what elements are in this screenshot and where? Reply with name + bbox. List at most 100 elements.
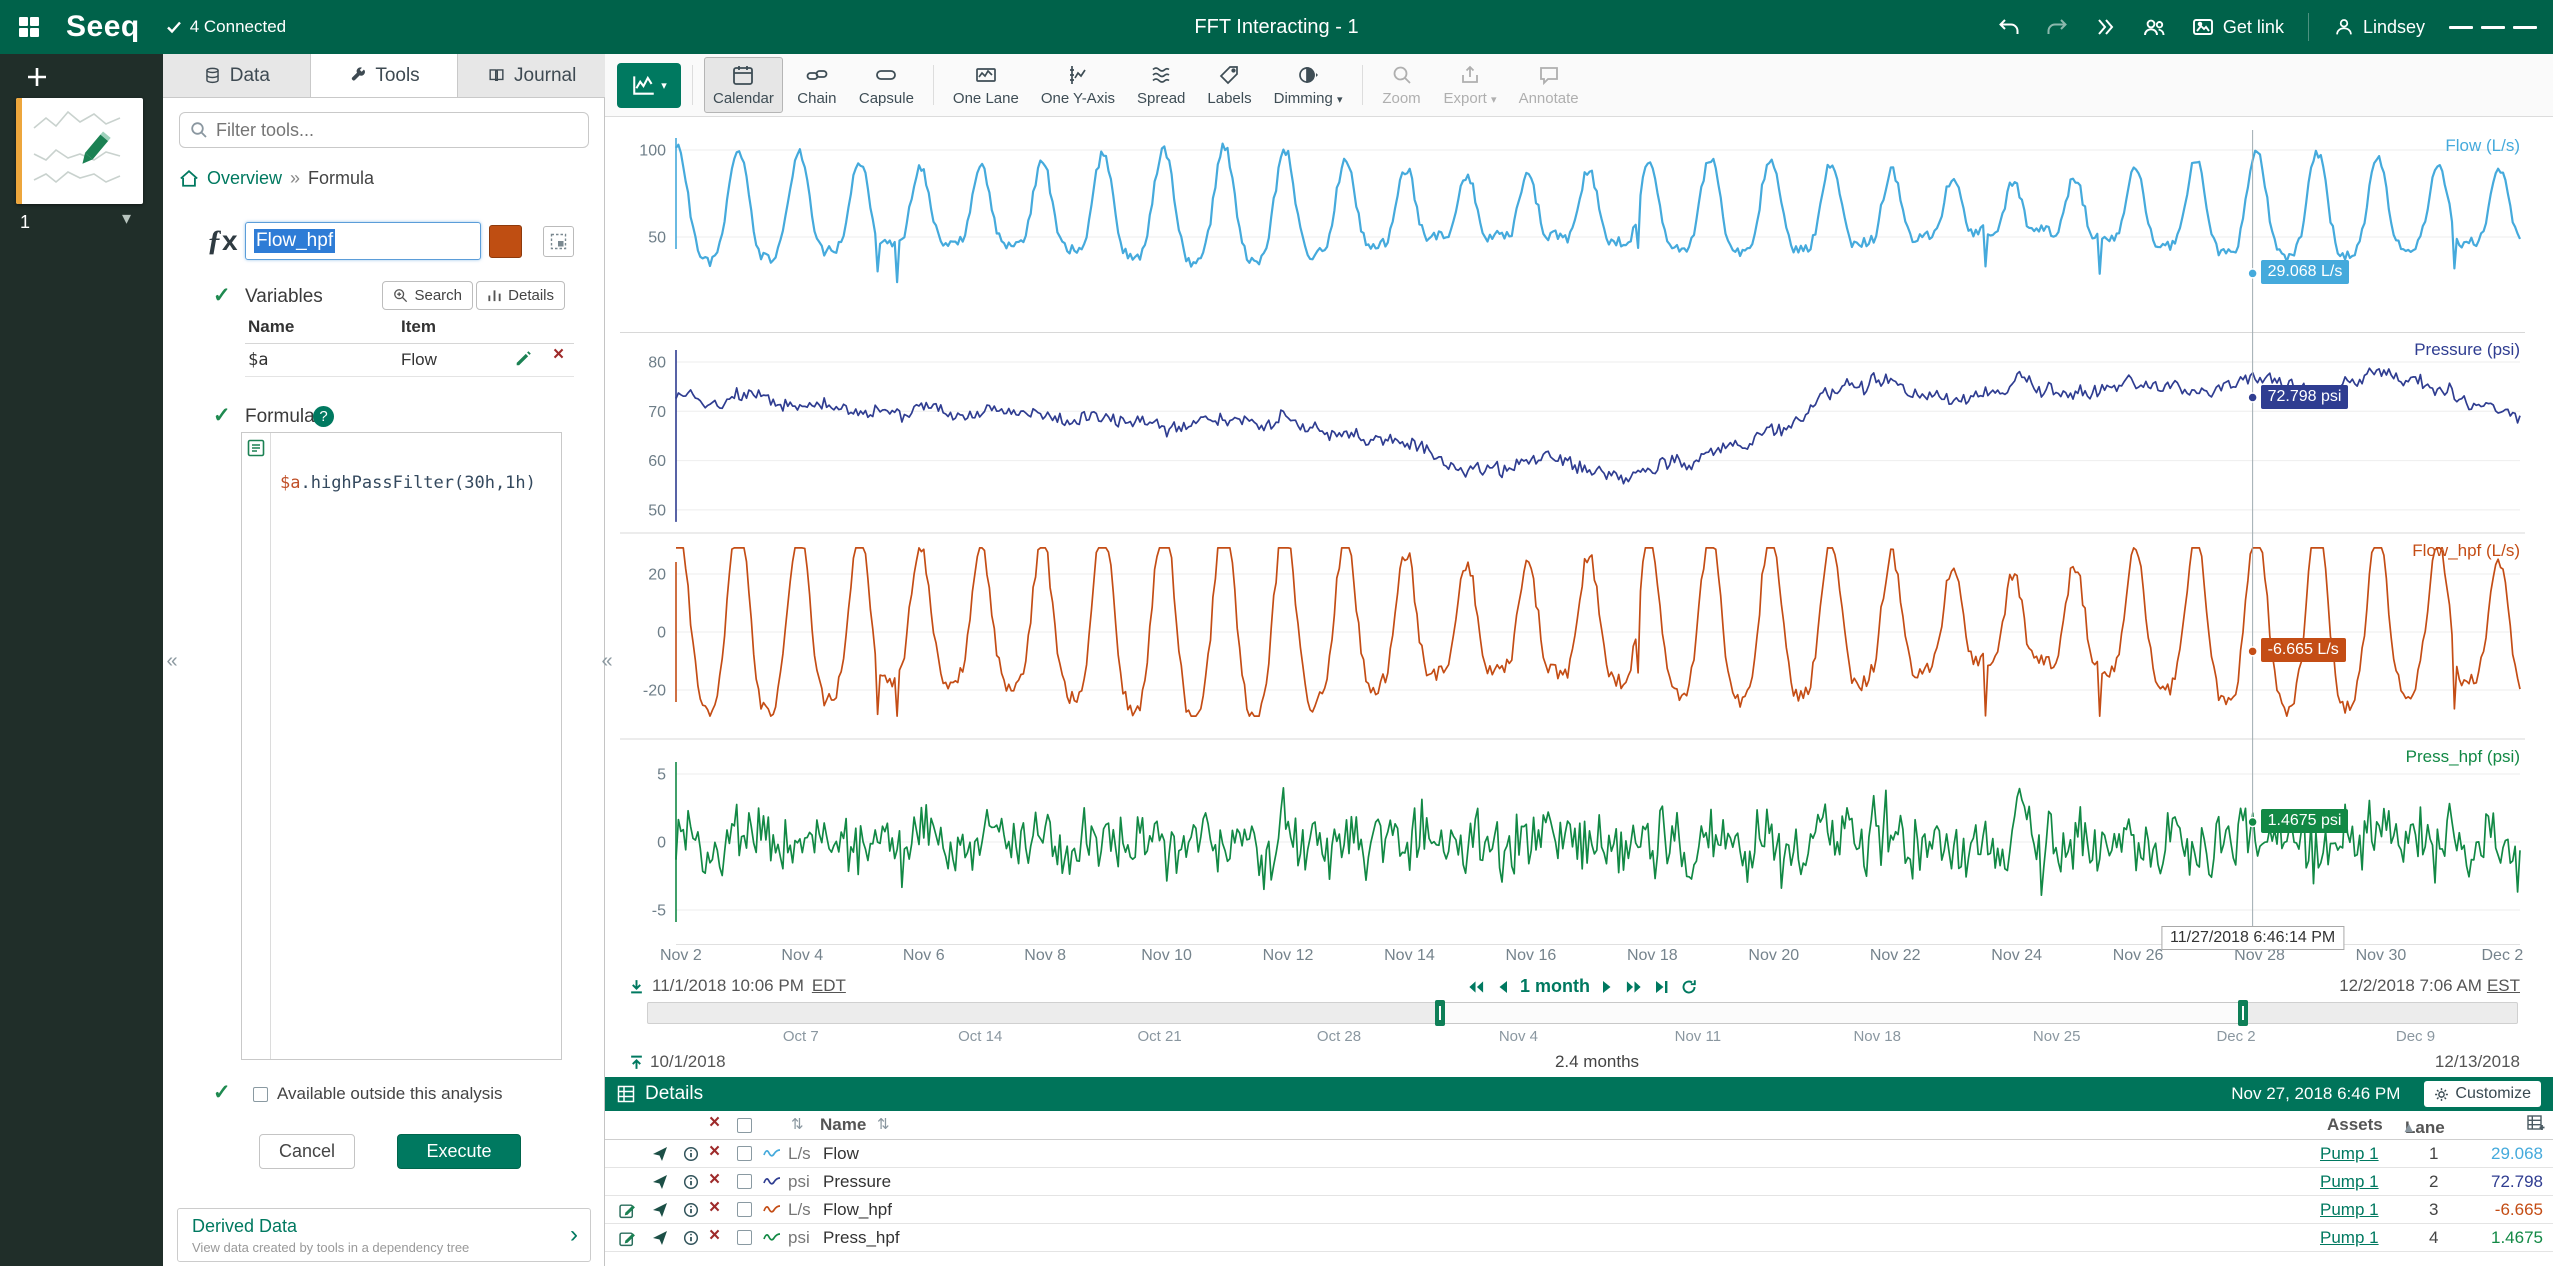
scrubber-handle-right[interactable] [2238, 1000, 2248, 1026]
help-icon[interactable]: ? [313, 406, 334, 427]
filter-tools-search[interactable] [179, 112, 589, 148]
step-to-end-button[interactable] [1655, 980, 1669, 994]
variables-details-button[interactable]: Details [476, 281, 565, 310]
toolbar-capsule[interactable]: Capsule [851, 57, 922, 113]
assets-column-header[interactable]: Assets [2327, 1115, 2383, 1135]
sort-icon[interactable]: ⇅ [791, 1115, 804, 1133]
select-all-checkbox[interactable] [737, 1118, 752, 1133]
signal-name[interactable]: Pressure [823, 1172, 891, 1192]
step-back-fast-button[interactable] [1467, 980, 1485, 994]
add-column-icon[interactable] [2527, 1115, 2545, 1131]
timezone-link[interactable]: EDT [812, 976, 846, 996]
collapse-tools-panel-button[interactable]: « [599, 648, 615, 674]
send-icon[interactable] [652, 1146, 668, 1162]
users-icon[interactable] [2141, 15, 2167, 39]
remove-variable-icon[interactable]: × [553, 344, 564, 366]
variables-search-button[interactable]: Search [382, 281, 473, 310]
tab-data[interactable]: Data [163, 54, 311, 97]
user-menu[interactable]: Lindsey [2333, 16, 2425, 38]
connection-status[interactable]: 4 Connected [166, 17, 286, 37]
tab-tools[interactable]: Tools [311, 54, 459, 97]
edit-formula-icon[interactable] [619, 1202, 636, 1219]
available-checkbox[interactable] [253, 1087, 268, 1102]
signal-name[interactable]: Press_hpf [823, 1228, 900, 1248]
refresh-button[interactable] [1681, 979, 1697, 995]
function-list-icon[interactable] [247, 439, 265, 457]
toolbar-export[interactable]: Export ▾ [1436, 57, 1505, 113]
send-icon[interactable] [652, 1230, 668, 1246]
step-back-button[interactable] [1497, 980, 1508, 994]
toolbar-chain[interactable]: Chain [789, 57, 845, 113]
lane-label-flow-hpf[interactable]: Flow_hpf (L/s) [2412, 541, 2520, 561]
toolbar-calendar[interactable]: Calendar [704, 57, 783, 113]
scrubber-handle-left[interactable] [1435, 1000, 1445, 1026]
breadcrumb-overview-link[interactable]: Overview [207, 168, 282, 189]
info-icon[interactable] [683, 1202, 699, 1218]
collapse-worksheet-panel-button[interactable]: « [164, 648, 180, 674]
new-worksheet-button[interactable] [26, 66, 48, 88]
tab-journal[interactable]: Journal [458, 54, 605, 97]
derived-data-section[interactable]: Derived Data View data created by tools … [177, 1208, 591, 1262]
row-checkbox[interactable] [737, 1146, 752, 1161]
info-icon[interactable] [683, 1146, 699, 1162]
remove-icon[interactable]: × [709, 1225, 720, 1247]
get-link-button[interactable]: Get link [2191, 15, 2284, 39]
edit-variable-icon[interactable] [515, 350, 532, 367]
formula-name-input[interactable]: Flow_hpf [245, 222, 481, 260]
lane-label-flow[interactable]: Flow (L/s) [2445, 136, 2520, 156]
signal-name[interactable]: Flow [823, 1144, 859, 1164]
name-column-header[interactable]: Name [820, 1115, 866, 1135]
row-checkbox[interactable] [737, 1230, 752, 1245]
toolbar-annotate[interactable]: Annotate [1511, 57, 1587, 113]
asset-link[interactable]: Pump 1 [2320, 1228, 2379, 1248]
remove-icon[interactable]: × [709, 1169, 720, 1191]
asset-link[interactable]: Pump 1 [2320, 1200, 2379, 1220]
worksheet-caret-icon[interactable]: ▾ [122, 208, 131, 229]
undo-button[interactable] [1997, 15, 2021, 39]
home-icon[interactable] [179, 169, 199, 188]
timezone-link[interactable]: EST [2487, 976, 2520, 996]
hamburger-menu-icon[interactable] [2449, 22, 2537, 33]
worksheet-thumbnail[interactable] [16, 98, 143, 204]
item-picker-button[interactable] [543, 226, 574, 257]
send-icon[interactable] [652, 1202, 668, 1218]
redo-button[interactable] [2045, 15, 2069, 39]
duration-label[interactable]: 1 month [1520, 976, 1590, 997]
present-forward-icon[interactable] [2093, 15, 2117, 39]
filter-tools-input[interactable] [216, 120, 578, 141]
signal-name[interactable]: Flow_hpf [823, 1200, 892, 1220]
cancel-button[interactable]: Cancel [259, 1134, 355, 1169]
toolbar-zoom[interactable]: Zoom [1374, 57, 1430, 113]
editor-gutter [270, 433, 271, 1059]
step-forward-fast-button[interactable] [1625, 980, 1643, 994]
toolbar-dimming[interactable]: Dimming ▾ [1266, 57, 1351, 113]
asset-link[interactable]: Pump 1 [2320, 1172, 2379, 1192]
caret-down-icon: ▾ [1491, 94, 1497, 106]
remove-icon[interactable]: × [709, 1197, 720, 1219]
remove-icon[interactable]: × [709, 1141, 720, 1163]
asset-link[interactable]: Pump 1 [2320, 1144, 2379, 1164]
sort-icon[interactable]: ⇅ [877, 1115, 890, 1133]
row-checkbox[interactable] [737, 1174, 752, 1189]
toolbar-one-y-axis[interactable]: One Y-Axis [1033, 57, 1123, 113]
view-selector-button[interactable]: ▾ [617, 63, 681, 108]
send-icon[interactable] [652, 1174, 668, 1190]
color-swatch-button[interactable] [489, 225, 522, 258]
lane-label-press-hpf[interactable]: Press_hpf (psi) [2406, 747, 2520, 767]
remove-all-icon[interactable]: × [709, 1112, 720, 1134]
lane-label-pressure[interactable]: Pressure (psi) [2414, 340, 2520, 360]
execute-button[interactable]: Execute [397, 1134, 521, 1169]
toolbar-spread[interactable]: Spread [1129, 57, 1193, 113]
step-forward-button[interactable] [1602, 980, 1613, 994]
apps-grid-icon[interactable] [18, 16, 40, 38]
formula-editor[interactable]: $a.highPassFilter(30h,1h) [241, 432, 562, 1060]
edit-formula-icon[interactable] [619, 1230, 636, 1247]
toolbar-labels[interactable]: Labels [1199, 57, 1259, 113]
trend-chart[interactable]: 1005080706050200-2050-5 [620, 130, 2525, 945]
customize-button[interactable]: Customize [2424, 1081, 2541, 1107]
info-icon[interactable] [683, 1174, 699, 1190]
row-checkbox[interactable] [737, 1202, 752, 1217]
info-icon[interactable] [683, 1230, 699, 1246]
toolbar-one-lane[interactable]: One Lane [945, 57, 1027, 113]
scrubber-selection[interactable] [1440, 1002, 2243, 1024]
